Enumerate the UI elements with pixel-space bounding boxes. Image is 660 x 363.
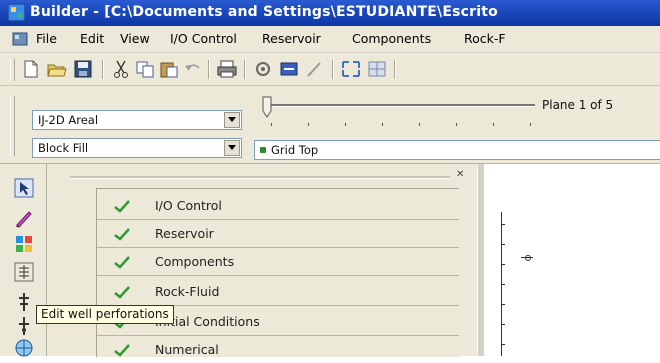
slider-tick	[530, 123, 531, 126]
toolbar-grip[interactable]	[10, 59, 15, 81]
chevron-down-icon	[228, 117, 236, 122]
axis-tick	[501, 344, 505, 345]
cut-icon[interactable]	[110, 59, 132, 79]
toolbar-separator	[332, 60, 334, 79]
tree-item-label: Reservoir	[155, 226, 214, 241]
globe-icon[interactable]	[14, 338, 34, 358]
well-perforation-icon[interactable]	[14, 316, 34, 336]
axis-tick	[501, 224, 505, 225]
axis-tick	[501, 244, 505, 245]
document-menu-icon[interactable]	[12, 31, 28, 47]
panel-header-divider	[70, 176, 450, 179]
paste-icon[interactable]	[158, 59, 180, 79]
menu-io-control[interactable]: I/O Control	[170, 31, 237, 46]
tree-item-label: Rock-Fluid	[155, 284, 220, 299]
copy-icon[interactable]	[134, 59, 156, 79]
well-marker-icon[interactable]	[525, 255, 531, 261]
slider-tick	[345, 123, 346, 126]
toolbar-separator	[244, 60, 246, 79]
plane-slider-track[interactable]	[270, 104, 535, 107]
well-icon[interactable]	[14, 292, 34, 312]
layer-select[interactable]: Grid Top	[254, 140, 660, 160]
undo-icon[interactable]	[182, 59, 204, 79]
fill-mode-value: Block Fill	[38, 141, 89, 155]
axis-tick	[501, 304, 505, 305]
axis-tick	[501, 324, 505, 325]
tree-item-reservoir[interactable]: Reservoir	[97, 221, 459, 248]
title-bar: Builder - [C:\Documents and Settings\EST…	[0, 0, 660, 26]
new-file-icon[interactable]	[20, 59, 42, 79]
menu-edit[interactable]: Edit	[80, 31, 104, 46]
open-folder-icon[interactable]	[46, 59, 68, 79]
layers-icon[interactable]	[14, 262, 34, 282]
check-icon	[114, 344, 130, 357]
standard-toolbar	[0, 53, 660, 86]
settings-icon[interactable]	[252, 59, 274, 79]
tree-item-numerical[interactable]: Numerical	[97, 337, 459, 363]
menu-bar: File Edit View I/O Control Reservoir Com…	[0, 26, 660, 53]
slider-tick	[493, 123, 494, 126]
select-pointer-icon[interactable]	[14, 178, 34, 198]
menu-file[interactable]: File	[36, 31, 57, 46]
check-icon	[114, 286, 130, 299]
print-icon[interactable]	[216, 59, 238, 79]
layer-color-icon	[260, 147, 266, 153]
plane-label: Plane 1 of 5	[542, 98, 614, 112]
slider-tick	[382, 123, 383, 126]
controlbar-grip[interactable]	[10, 96, 15, 156]
slider-tick	[419, 123, 420, 126]
menu-components[interactable]: Components	[352, 31, 431, 46]
tooltip: Edit well perforations	[36, 305, 174, 324]
close-icon[interactable]: ✕	[456, 169, 464, 180]
slider-tick	[271, 123, 272, 126]
toolbar-separator	[208, 60, 210, 79]
grid-cells-icon[interactable]	[14, 234, 34, 254]
plane-slider-thumb[interactable]	[262, 96, 272, 118]
view-mode-dropdown-button[interactable]	[224, 112, 240, 128]
slider-tick	[456, 123, 457, 126]
grid-view-canvas[interactable]	[484, 164, 660, 356]
layer-value: Grid Top	[271, 143, 319, 157]
draw-icon[interactable]	[304, 59, 326, 79]
view-mode-value: IJ-2D Areal	[38, 113, 99, 127]
section-tree: I/O Control Reservoir Components Rock-Fl…	[96, 188, 459, 357]
axis-tick	[501, 284, 505, 285]
window-title: Builder - [C:\Documents and Settings\EST…	[30, 4, 498, 20]
axis-tick	[501, 264, 505, 265]
view-mode-select[interactable]: IJ-2D Areal	[32, 110, 242, 130]
tree-item-rock-fluid[interactable]: Rock-Fluid	[97, 279, 459, 306]
fill-mode-dropdown-button[interactable]	[224, 140, 240, 156]
menu-reservoir[interactable]: Reservoir	[262, 31, 321, 46]
tree-item-label: Numerical	[155, 342, 219, 357]
validate-icon[interactable]	[278, 59, 300, 79]
save-icon[interactable]	[72, 59, 94, 79]
check-icon	[114, 256, 130, 269]
check-icon	[114, 200, 130, 213]
tree-item-components[interactable]: Components	[97, 249, 459, 276]
toolbar-separator	[394, 60, 396, 79]
tree-item-label: Components	[155, 254, 235, 269]
slider-tick	[308, 123, 309, 126]
zoom-icon[interactable]	[340, 59, 362, 79]
fill-mode-select[interactable]: Block Fill	[32, 138, 242, 158]
tree-item-io-control[interactable]: I/O Control	[97, 193, 459, 220]
chevron-down-icon	[228, 145, 236, 150]
check-icon	[114, 228, 130, 241]
menu-view[interactable]: View	[120, 31, 150, 46]
menu-rock-fluid[interactable]: Rock-F	[464, 31, 506, 46]
grid-icon[interactable]	[366, 59, 388, 79]
toolbar-separator	[102, 60, 104, 79]
builder-app-icon	[8, 4, 25, 21]
tree-item-label: I/O Control	[155, 198, 222, 213]
edit-pen-icon[interactable]	[14, 208, 34, 228]
